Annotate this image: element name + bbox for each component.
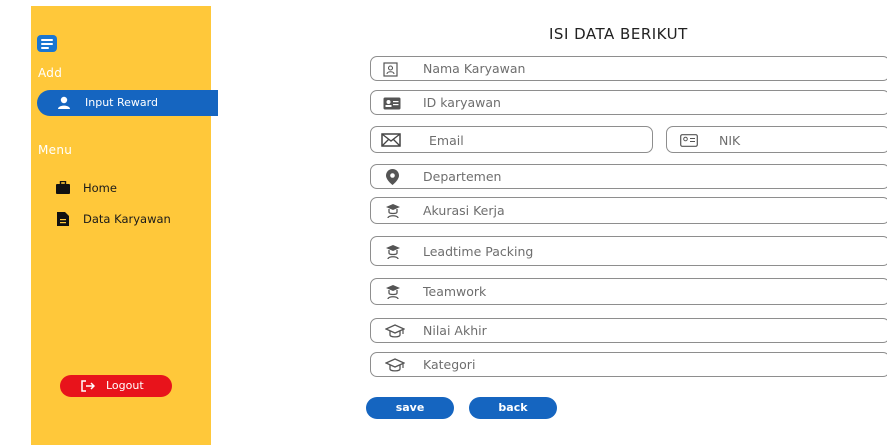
akurasi-kerja-placeholder: Akurasi Kerja	[423, 203, 505, 218]
nama-karyawan-field[interactable]: Nama Karyawan	[370, 56, 887, 81]
leadtime-packing-placeholder: Leadtime Packing	[423, 244, 534, 259]
nilai-akhir-placeholder: Nilai Akhir	[423, 323, 487, 338]
location-pin-icon	[386, 169, 399, 185]
sidebar-item-label: Data Karyawan	[83, 212, 171, 226]
kategori-placeholder: Kategori	[423, 357, 476, 372]
add-section-label: Add	[38, 66, 63, 80]
email-field[interactable]: Email	[370, 126, 653, 153]
departemen-placeholder: Departemen	[423, 169, 502, 184]
sidebar-item-home[interactable]: Home	[31, 178, 211, 198]
departemen-field[interactable]: Departemen	[370, 164, 887, 189]
id-card-icon	[383, 62, 398, 77]
briefcase-icon	[56, 181, 70, 194]
sidebar-item-label: Home	[83, 181, 117, 195]
akurasi-kerja-field[interactable]: Akurasi Kerja	[370, 197, 887, 224]
sidebar-item-input-reward[interactable]: Input Reward	[37, 90, 218, 116]
graduation-cap-icon	[385, 324, 405, 338]
id-badge-icon	[680, 134, 698, 147]
user-icon	[58, 96, 70, 109]
nik-placeholder: NIK	[719, 133, 741, 148]
logout-icon	[81, 380, 95, 392]
id-badge-icon	[383, 97, 401, 110]
id-karyawan-placeholder: ID karyawan	[423, 95, 501, 110]
form-title: ISI DATA BERIKUT	[549, 25, 688, 43]
kategori-field[interactable]: Kategori	[370, 352, 887, 377]
teamwork-field[interactable]: Teamwork	[370, 278, 887, 305]
email-placeholder: Email	[429, 133, 464, 148]
graduate-icon	[386, 204, 400, 219]
sidebar-item-data-karyawan[interactable]: Data Karyawan	[31, 209, 211, 229]
logout-button[interactable]: Logout	[60, 375, 172, 397]
id-karyawan-field[interactable]: ID karyawan	[370, 90, 887, 115]
document-icon	[57, 212, 69, 226]
logout-label: Logout	[106, 379, 144, 392]
graduation-cap-icon	[385, 358, 405, 372]
graduate-icon	[386, 245, 400, 260]
nama-karyawan-placeholder: Nama Karyawan	[423, 61, 526, 76]
sidebar: Add Input Reward Menu Home Data Karyawan…	[31, 6, 218, 445]
envelope-icon	[381, 133, 401, 147]
back-button[interactable]: back	[469, 397, 557, 419]
menu-icon[interactable]	[37, 35, 57, 52]
leadtime-packing-field[interactable]: Leadtime Packing	[370, 236, 887, 266]
nik-field[interactable]: NIK	[666, 126, 887, 153]
save-button[interactable]: save	[366, 397, 454, 419]
teamwork-placeholder: Teamwork	[423, 284, 487, 299]
nilai-akhir-field[interactable]: Nilai Akhir	[370, 318, 887, 343]
menu-section-label: Menu	[38, 143, 73, 157]
graduate-icon	[386, 285, 400, 300]
sidebar-item-label: Input Reward	[85, 96, 158, 109]
